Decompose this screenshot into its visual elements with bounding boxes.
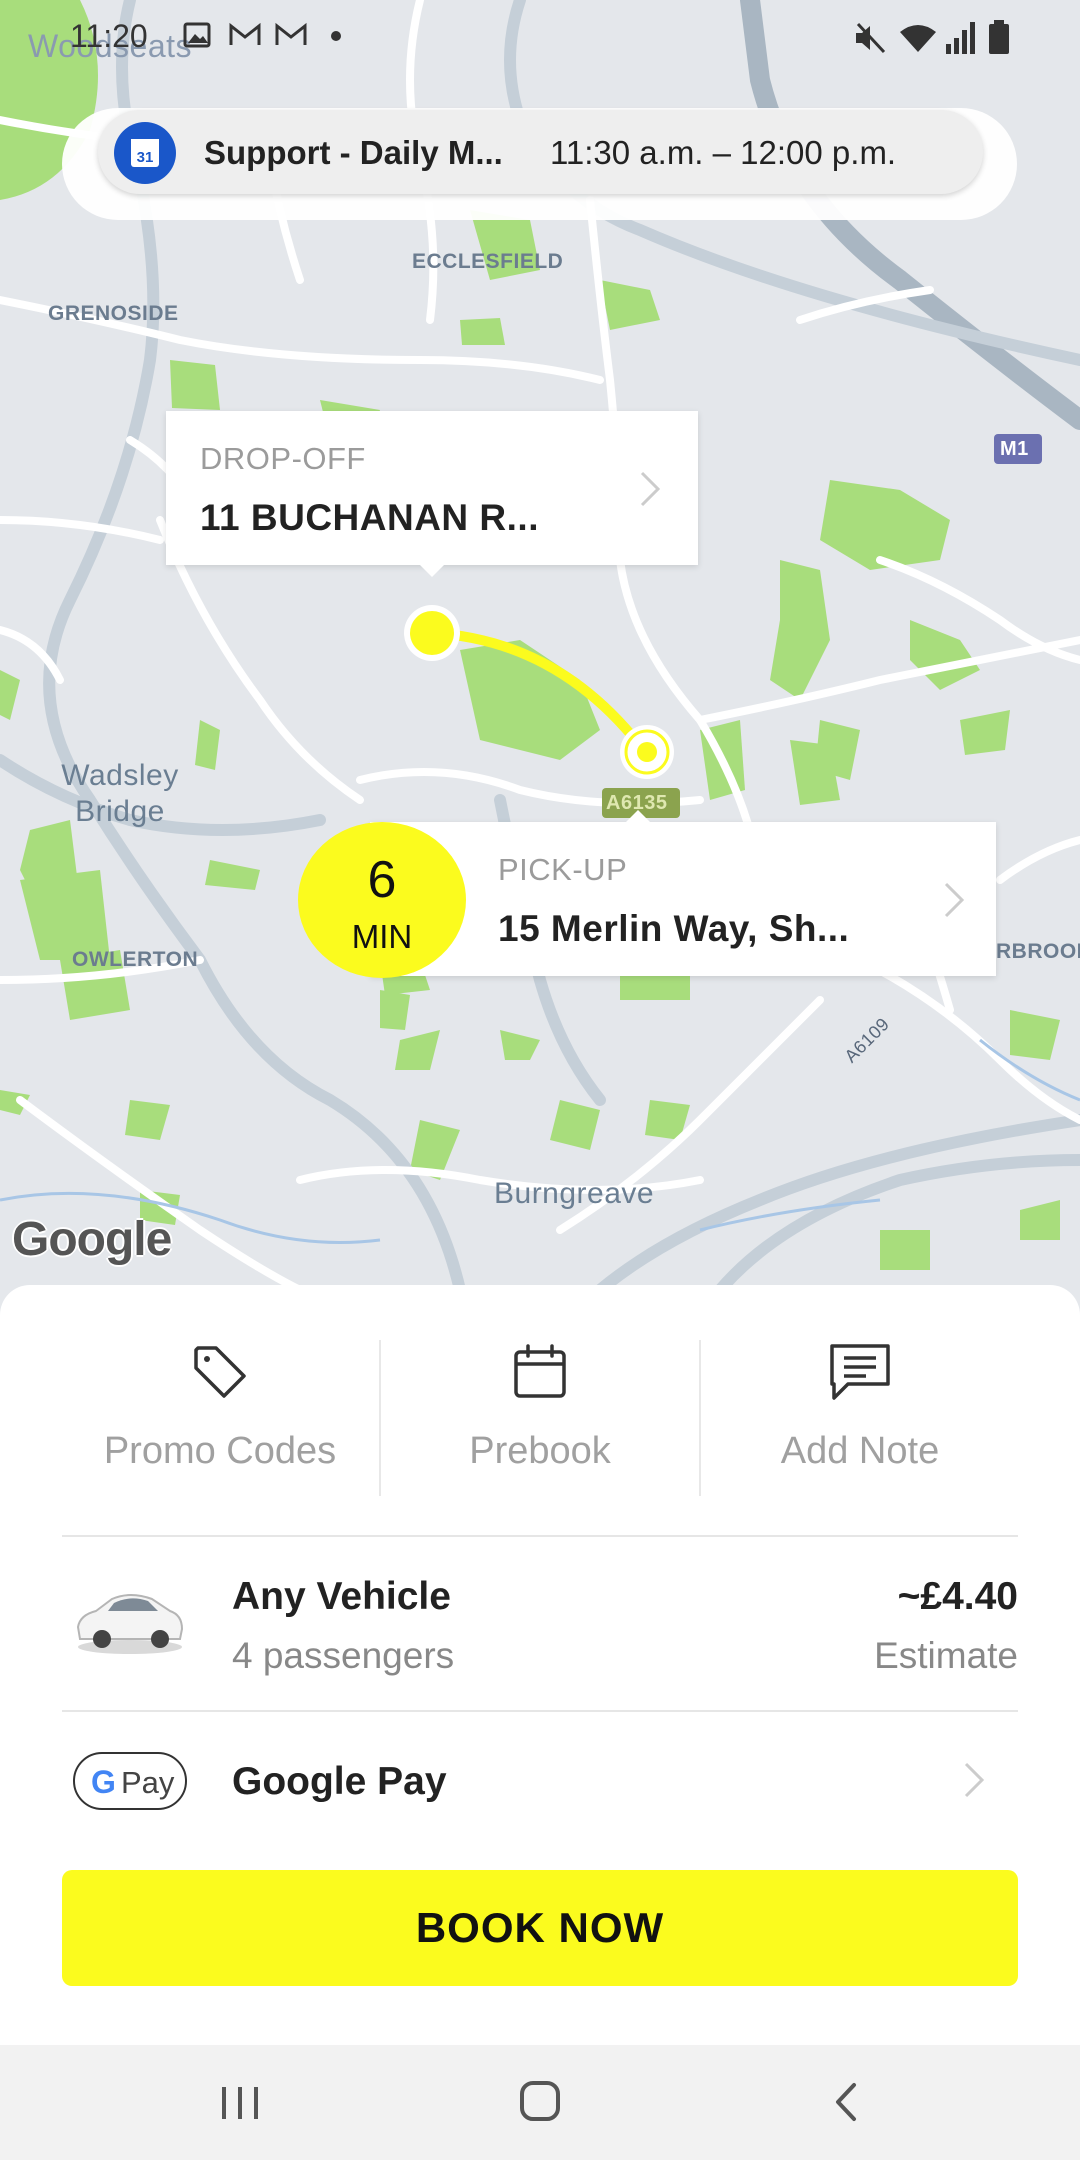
map-label-burngreave: Burngreave: [494, 1177, 655, 1210]
vehicle-name: Any Vehicle: [232, 1575, 451, 1618]
map-label-harbrook: RBROOK: [996, 940, 1080, 963]
book-now-button[interactable]: BOOK NOW: [62, 1870, 1018, 1986]
dropoff-address: 11 BUCHANAN R...: [200, 497, 539, 538]
gmail-icon: [229, 22, 261, 45]
tag-icon: [194, 1346, 246, 1398]
divider: [62, 1535, 1018, 1537]
google-pay-icon: G Pay: [73, 1752, 187, 1810]
status-time: 11:20: [70, 18, 148, 54]
back-button[interactable]: [784, 2045, 904, 2160]
gmail-icon: [275, 22, 307, 45]
eta-badge: 6 MIN: [298, 822, 466, 978]
note-icon: [830, 1344, 890, 1400]
map-view[interactable]: Woodseats ECCLESFIELD GRENOSIDE Wadsley …: [0, 0, 1080, 1290]
recent-apps-icon: [222, 2087, 258, 2119]
svg-text:31: 31: [137, 149, 154, 166]
add-note-button[interactable]: Add Note: [700, 1340, 1020, 1500]
dropoff-label: DROP-OFF: [200, 441, 366, 476]
eta-value: 6: [367, 851, 397, 909]
eta-unit: MIN: [351, 918, 413, 955]
divider: [62, 1710, 1018, 1712]
google-attribution-logo: Google: [12, 1213, 172, 1266]
system-navigation-bar: [0, 2045, 1080, 2160]
chevron-right-icon: [944, 882, 965, 918]
notification-time: 11:30 a.m. – 12:00 p.m.: [550, 134, 897, 171]
vehicle-row[interactable]: [62, 1547, 1018, 1707]
back-icon: [836, 2083, 856, 2121]
add-note-label: Add Note: [780, 1430, 940, 1472]
promo-codes-label: Promo Codes: [103, 1430, 337, 1472]
map-label-grenoside: GRENOSIDE: [48, 302, 179, 325]
booking-sheet: Promo Codes Prebook Add Note Any Vehicle…: [0, 1285, 1080, 2045]
wifi-icon: [900, 25, 936, 52]
battery-icon: [989, 20, 1009, 54]
map-label-owlerton: OWLERTON: [72, 948, 199, 971]
calendar-notification[interactable]: 31 Support - Daily M... 11:30 a.m. – 12:…: [98, 110, 983, 194]
pickup-card-pointer: [624, 810, 652, 824]
dropoff-marker: [410, 611, 454, 655]
chevron-right-icon: [964, 1762, 985, 1798]
payment-method-row[interactable]: [62, 1722, 1018, 1842]
vehicle-passengers: 4 passengers: [232, 1635, 455, 1676]
pay-glyph: Pay: [121, 1765, 175, 1800]
calendar-icon: [514, 1344, 566, 1398]
signal-icon: [946, 22, 975, 54]
road-label-m1: M1: [1000, 438, 1029, 460]
status-bar: 11:20: [0, 0, 1080, 80]
dropoff-card-pointer: [418, 563, 446, 577]
car-icon: [76, 1594, 184, 1654]
google-g-glyph: G: [91, 1764, 116, 1800]
promo-codes-button[interactable]: Promo Codes: [60, 1340, 380, 1500]
dot-icon: [331, 31, 341, 41]
fare-estimate-label: Estimate: [874, 1635, 1018, 1676]
prebook-label: Prebook: [469, 1430, 611, 1472]
notification-title: Support - Daily M...: [204, 134, 503, 171]
payment-method-name: Google Pay: [232, 1760, 447, 1803]
home-button[interactable]: [480, 2045, 600, 2160]
fare-estimate: ~£4.40: [897, 1575, 1018, 1618]
chevron-right-icon: [640, 471, 661, 507]
prebook-button[interactable]: Prebook: [380, 1340, 700, 1500]
mute-icon: [856, 22, 886, 54]
pickup-label: PICK-UP: [498, 852, 628, 887]
pickup-marker: [637, 742, 657, 762]
map-label-wadsley-bridge: Wadsley Bridge: [61, 759, 179, 828]
recent-apps-button[interactable]: [180, 2045, 300, 2160]
map-label-ecclesfield: ECCLESFIELD: [412, 250, 564, 273]
gallery-icon: [183, 22, 211, 48]
home-icon: [520, 2081, 560, 2121]
calendar-31-icon: 31: [114, 122, 176, 184]
pickup-address: 15 Merlin Way, Sh...: [498, 908, 850, 949]
dropoff-card[interactable]: DROP-OFF 11 BUCHANAN R...: [166, 411, 698, 565]
